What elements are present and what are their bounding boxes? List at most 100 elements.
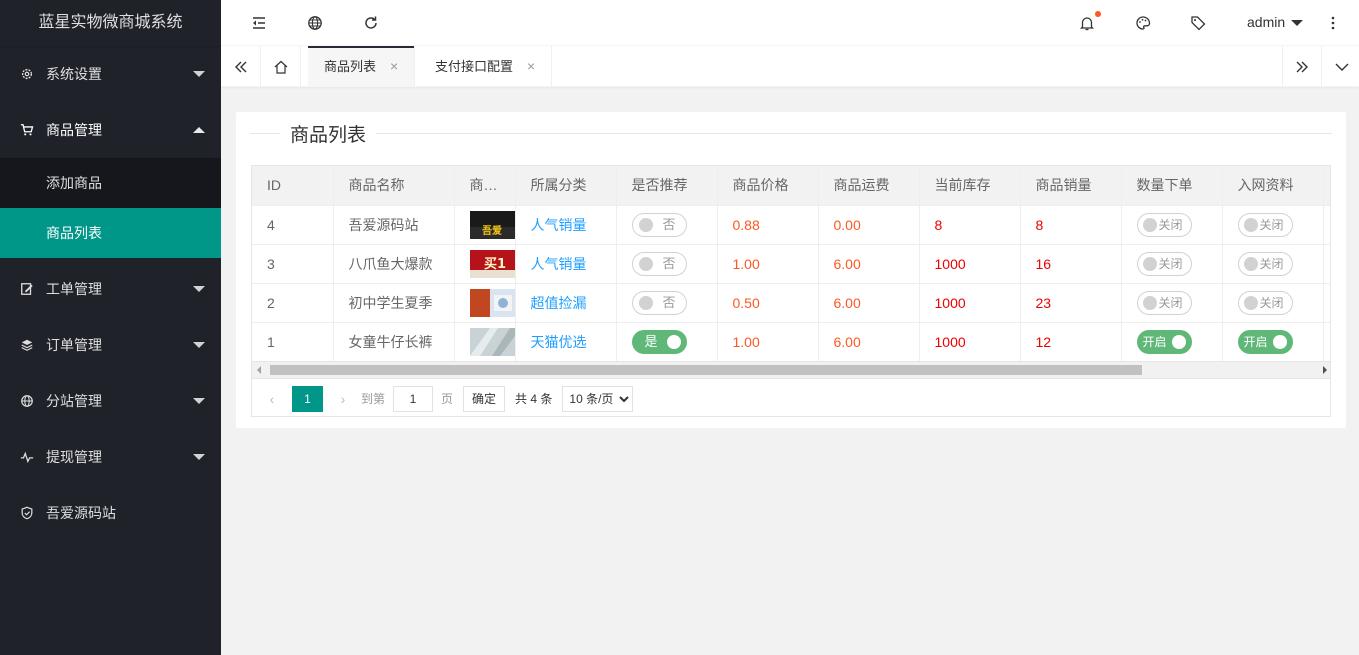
current-page[interactable]: 1 (292, 385, 323, 412)
website-globe-icon[interactable] (306, 14, 324, 32)
cell-shipping: 0.00 (818, 205, 920, 245)
gear-icon (20, 67, 34, 81)
column-header[interactable]: 商品运费 (818, 166, 920, 206)
shield-check-icon (20, 506, 34, 520)
column-header[interactable]: 所属分类 (515, 166, 617, 206)
more-vertical-icon[interactable] (1324, 14, 1342, 32)
cell-shipping: 6.00 (818, 244, 920, 284)
column-header[interactable]: 当前库存 (919, 166, 1021, 206)
sidebar-item-system-settings[interactable]: 系统设置 (0, 46, 221, 102)
next-page-chevron-right-icon[interactable]: › (333, 389, 353, 409)
cell-name: 吾爱源码站 (333, 205, 455, 245)
home-icon[interactable] (261, 46, 301, 87)
cell-netinfo: 开启 (1222, 322, 1324, 362)
refresh-icon[interactable] (362, 14, 380, 32)
netinfo-toggle[interactable]: 关闭 (1237, 251, 1293, 276)
tab-payment-config[interactable]: 支付接口配置 × (419, 46, 553, 87)
column-header[interactable]: 是否推荐 (616, 166, 718, 206)
cell-name: 八爪鱼大爆款 (333, 244, 455, 284)
table-row[interactable]: 3 八爪鱼大爆款 买1 人气销量 否 1.00 6.00 1000 16 关闭 … (252, 244, 1330, 284)
total-count: 共 4 条 (515, 392, 553, 406)
column-header[interactable]: 入网资料 (1222, 166, 1324, 206)
scrollbar-thumb[interactable] (270, 365, 1142, 375)
column-header[interactable]: ID (252, 166, 334, 206)
cell-sales: 8 (1020, 205, 1122, 245)
cell-stock: 1000 (919, 322, 1021, 362)
sidebar-item-product-management[interactable]: 商品管理 (0, 102, 221, 158)
recommend-toggle[interactable]: 是 (631, 329, 687, 354)
goto-page-input[interactable] (393, 385, 434, 412)
qty-order-toggle[interactable]: 关闭 (1136, 212, 1192, 237)
sidebar-item-withdrawal-management[interactable]: 提现管理 (0, 429, 221, 485)
tabs-menu-chevron-down-icon[interactable] (1322, 46, 1359, 87)
close-icon[interactable]: × (527, 58, 535, 74)
cell-stock: 8 (919, 205, 1021, 245)
cell-qty-order: 关闭 (1121, 283, 1223, 323)
sidebar-subitem-product-list[interactable]: 商品列表 (0, 208, 221, 258)
product-thumbnail[interactable]: 吾爱 (469, 210, 515, 239)
column-header[interactable]: 商品销量 (1020, 166, 1122, 206)
tabs-scroll-right-icon[interactable] (1282, 46, 1322, 87)
sidebar-item-label: 商品管理 (46, 122, 102, 138)
recommend-toggle[interactable]: 否 (631, 251, 687, 276)
table-row[interactable]: 4 吾爱源码站 吾爱 人气销量 否 0.88 0.00 8 8 关闭 关闭 (252, 205, 1330, 245)
cell-price: 1.00 (717, 244, 819, 284)
card-title: 商品列表 (250, 120, 1332, 146)
thumbnail-text: 吾爱 (482, 224, 502, 237)
cell-category[interactable]: 天猫优选 (515, 322, 617, 362)
column-header[interactable]: 商品价格 (717, 166, 819, 206)
netinfo-toggle[interactable]: 关闭 (1237, 212, 1293, 237)
column-header[interactable]: 商品图片 (454, 166, 516, 206)
sidebar-item-ticket-management[interactable]: 工单管理 (0, 261, 221, 317)
qty-order-toggle[interactable]: 关闭 (1136, 290, 1192, 315)
tabs-scroll-left-icon[interactable] (221, 46, 261, 87)
close-icon[interactable]: × (390, 58, 398, 74)
sidebar-item-wuai-source[interactable]: 吾爱源码站 (0, 485, 221, 541)
thumbnail-text: 买1 (484, 257, 506, 272)
sidebar-item-order-management[interactable]: 订单管理 (0, 317, 221, 373)
product-thumbnail[interactable] (469, 327, 515, 356)
tab-product-list[interactable]: 商品列表 × (308, 46, 416, 87)
product-thumbnail[interactable] (469, 288, 515, 317)
prev-page-chevron-left-icon[interactable]: ‹ (262, 389, 282, 409)
page-title: 商品列表 (290, 124, 367, 146)
sidebar-item-substation-management[interactable]: 分站管理 (0, 373, 221, 429)
bell-icon[interactable] (1078, 11, 1101, 32)
user-name: admin (1247, 14, 1286, 30)
page-size-select[interactable]: 10 条/页 (562, 385, 634, 412)
recommend-toggle[interactable]: 否 (631, 212, 687, 237)
cell-stock: 1000 (919, 283, 1021, 323)
scroll-right-arrow-icon[interactable] (1323, 366, 1327, 374)
product-thumbnail[interactable]: 买1 (469, 249, 515, 278)
recommend-toggle[interactable]: 否 (631, 290, 687, 315)
top-header: admin (221, 0, 1359, 46)
edit-doc-icon (20, 282, 34, 296)
horizontal-scrollbar[interactable] (252, 361, 1330, 378)
theme-palette-icon[interactable] (1134, 14, 1152, 32)
column-header[interactable]: 数量下单 (1121, 166, 1223, 206)
goto-confirm-button[interactable]: 确定 (463, 385, 506, 412)
goto-label: 到第 (361, 392, 386, 406)
scroll-left-arrow-icon[interactable] (257, 366, 261, 374)
tag-icon[interactable] (1189, 14, 1207, 32)
app-title: 蓝星实物微商城系统 (0, 0, 221, 46)
table-header-row: ID 商品名称 商品图片 所属分类 是否推荐 商品价格 商品运费 当前库存 商品… (252, 166, 1330, 206)
netinfo-toggle[interactable]: 开启 (1237, 329, 1293, 354)
column-header[interactable]: 商品名称 (333, 166, 455, 206)
qty-order-toggle[interactable]: 开启 (1136, 329, 1192, 354)
sidebar-item-label: 提现管理 (46, 449, 102, 465)
user-menu[interactable]: admin (1247, 14, 1304, 30)
tab-label: 支付接口配置 (435, 59, 514, 74)
table-row[interactable]: 1 女童牛仔长裤 天猫优选 是 1.00 6.00 1000 12 开启 开启 (252, 322, 1330, 362)
pulse-icon (20, 450, 34, 464)
netinfo-toggle[interactable]: 关闭 (1237, 290, 1293, 315)
cell-recommend: 否 (616, 244, 718, 284)
sidebar-subitem-add-product[interactable]: 添加商品 (0, 158, 221, 208)
cell-category[interactable]: 人气销量 (515, 205, 617, 245)
menu-collapse-icon[interactable] (250, 14, 268, 32)
cell-category[interactable]: 超值捡漏 (515, 283, 617, 323)
table-row[interactable]: 2 初中学生夏季 超值捡漏 否 0.50 6.00 1000 23 关闭 关闭 (252, 283, 1330, 323)
qty-order-toggle[interactable]: 关闭 (1136, 251, 1192, 276)
cell-category[interactable]: 人气销量 (515, 244, 617, 284)
cell-netinfo: 关闭 (1222, 205, 1324, 245)
